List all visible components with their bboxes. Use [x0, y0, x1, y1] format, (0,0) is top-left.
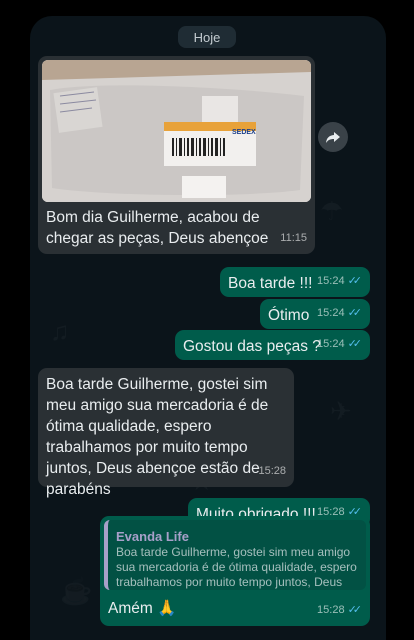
message-time: 15:24: [317, 338, 345, 350]
chat-area[interactable]: ✿ ☂ ♫ ✈ ☕ ★ Hoje: [30, 16, 386, 640]
wallpaper-doodle: ♫: [50, 316, 70, 347]
quote-text: Boa tarde Guilherme, gostei sim meu amig…: [116, 545, 357, 589]
outgoing-reply-message[interactable]: Evanda Life Boa tarde Guilherme, gostei …: [100, 516, 370, 626]
double-check-icon: ✓✓: [347, 338, 363, 350]
message-meta: 11:15: [280, 228, 307, 249]
message-meta: 15:24 ✓✓: [317, 303, 362, 324]
wallpaper-doodle: ☕: [60, 576, 92, 607]
message-text: Boa tarde Guilherme, gostei sim meu amig…: [46, 376, 269, 498]
message-text: Boa tarde !!!: [228, 275, 313, 292]
double-check-icon: ✓✓: [347, 307, 363, 319]
message-time: 15:28: [317, 604, 345, 616]
message-text: Gostou das peças ?: [183, 338, 321, 355]
quoted-message[interactable]: Evanda Life Boa tarde Guilherme, gostei …: [104, 520, 366, 590]
package-photo[interactable]: SEDEX: [42, 60, 311, 202]
image-caption: Bom dia Guilherme, acabou de chegar as p…: [46, 209, 269, 247]
double-check-icon: ✓✓: [347, 604, 363, 616]
forward-icon: [326, 132, 340, 143]
double-check-icon: ✓✓: [347, 275, 363, 287]
message-time: 15:24: [317, 275, 345, 287]
wallpaper-doodle: ✈: [330, 396, 352, 427]
message-meta: 15:24 ✓✓: [317, 271, 362, 292]
sedex-badge: SEDEX: [232, 129, 256, 136]
message-meta: 15:28: [258, 461, 286, 482]
message-text: Ótimo: [268, 307, 310, 324]
date-chip: Hoje: [178, 26, 236, 48]
incoming-image-message[interactable]: SEDEX Bom dia Guilherme, acabou de chega…: [38, 56, 315, 254]
outgoing-message[interactable]: Ótimo 15:24 ✓✓: [260, 299, 370, 329]
package-image: [42, 60, 311, 202]
outgoing-message[interactable]: Boa tarde !!! 15:24 ✓✓: [220, 267, 370, 297]
message-time: 11:15: [280, 232, 307, 244]
forward-button[interactable]: [318, 122, 348, 152]
incoming-message[interactable]: Boa tarde Guilherme, gostei sim meu amig…: [38, 368, 294, 498]
message-time: 15:28: [258, 465, 286, 477]
message-meta: 15:24 ✓✓: [317, 334, 362, 355]
message-text: Amém 🙏: [108, 600, 177, 617]
outgoing-message[interactable]: Gostou das peças ? 15:24 ✓✓: [175, 330, 370, 360]
wallpaper-doodle: ☂: [320, 196, 343, 227]
quote-author: Evanda Life: [116, 529, 189, 544]
message-meta: 15:28 ✓✓: [317, 600, 362, 621]
message-time: 15:24: [317, 307, 345, 319]
